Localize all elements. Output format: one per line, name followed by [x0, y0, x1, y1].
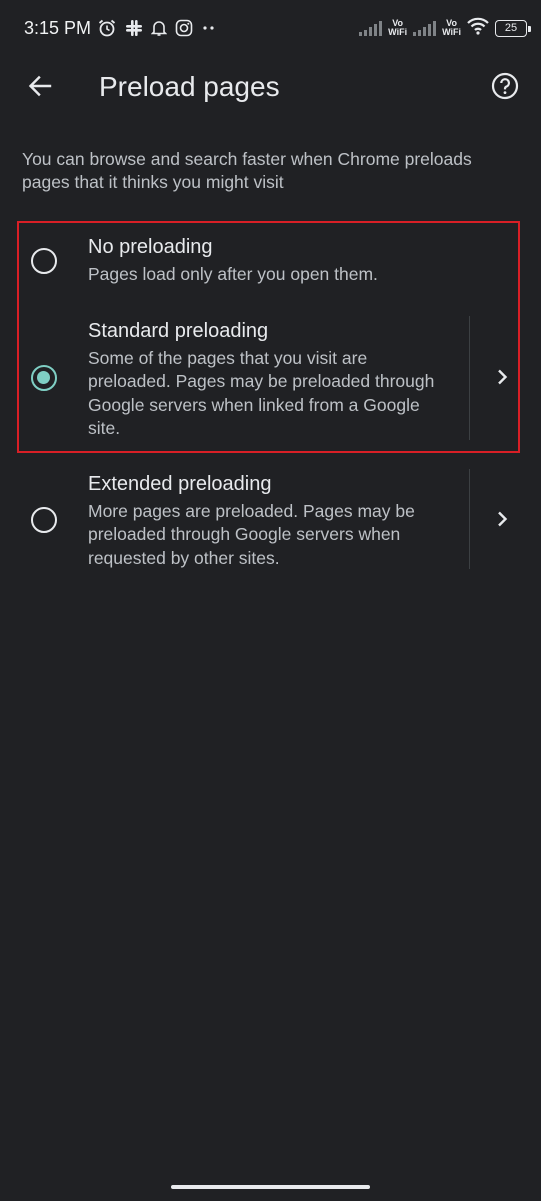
divider	[469, 469, 470, 569]
slack-icon	[125, 19, 143, 37]
vowifi-label: Vo WiFi	[442, 18, 461, 37]
status-bar: 3:15 PM Vo WiFi Vo WiFi 25	[0, 0, 541, 58]
notification-bell-icon	[151, 19, 167, 37]
page-title: Preload pages	[99, 71, 280, 102]
radio-button-checked[interactable]	[31, 365, 57, 391]
signal-strength-icon	[413, 20, 437, 36]
option-description: Some of the pages that you visit are pre…	[88, 348, 435, 438]
arrow-back-icon	[27, 73, 53, 104]
option-standard-preloading[interactable]: Standard preloading Some of the pages th…	[0, 310, 541, 445]
option-title: No preloading	[88, 236, 213, 258]
intro-description: You can browse and search faster when Ch…	[22, 149, 472, 192]
option-title: Standard preloading	[88, 320, 269, 342]
battery-icon: 25	[495, 19, 531, 37]
option-title: Extended preloading	[88, 473, 272, 495]
gesture-navigation-handle[interactable]	[171, 1185, 370, 1189]
status-icons-left	[97, 17, 217, 39]
chevron-right-icon[interactable]	[488, 505, 516, 533]
help-button[interactable]	[483, 66, 527, 110]
chevron-right-icon[interactable]	[488, 363, 516, 391]
app-bar: Preload pages	[0, 58, 541, 118]
status-icons-right: Vo WiFi Vo WiFi 25	[359, 16, 531, 40]
option-description: Pages load only after you open them.	[88, 264, 378, 284]
divider	[469, 316, 470, 440]
option-description: More pages are preloaded. Pages may be p…	[88, 501, 415, 568]
vowifi-label: Vo WiFi	[388, 18, 408, 37]
radio-button-unchecked[interactable]	[31, 248, 57, 274]
help-circle-icon	[491, 72, 519, 105]
back-button[interactable]	[18, 66, 62, 110]
option-extended-preloading[interactable]: Extended preloading More pages are prelo…	[0, 463, 541, 575]
option-no-preloading[interactable]: No preloading Pages load only after you …	[0, 228, 541, 298]
more-dots-icon	[201, 23, 217, 33]
status-time: 3:15 PM	[24, 18, 92, 38]
wifi-icon	[467, 17, 489, 40]
signal-strength-icon	[359, 20, 383, 36]
radio-button-unchecked[interactable]	[31, 507, 57, 533]
alarm-icon	[97, 18, 117, 38]
instagram-icon	[175, 19, 193, 37]
